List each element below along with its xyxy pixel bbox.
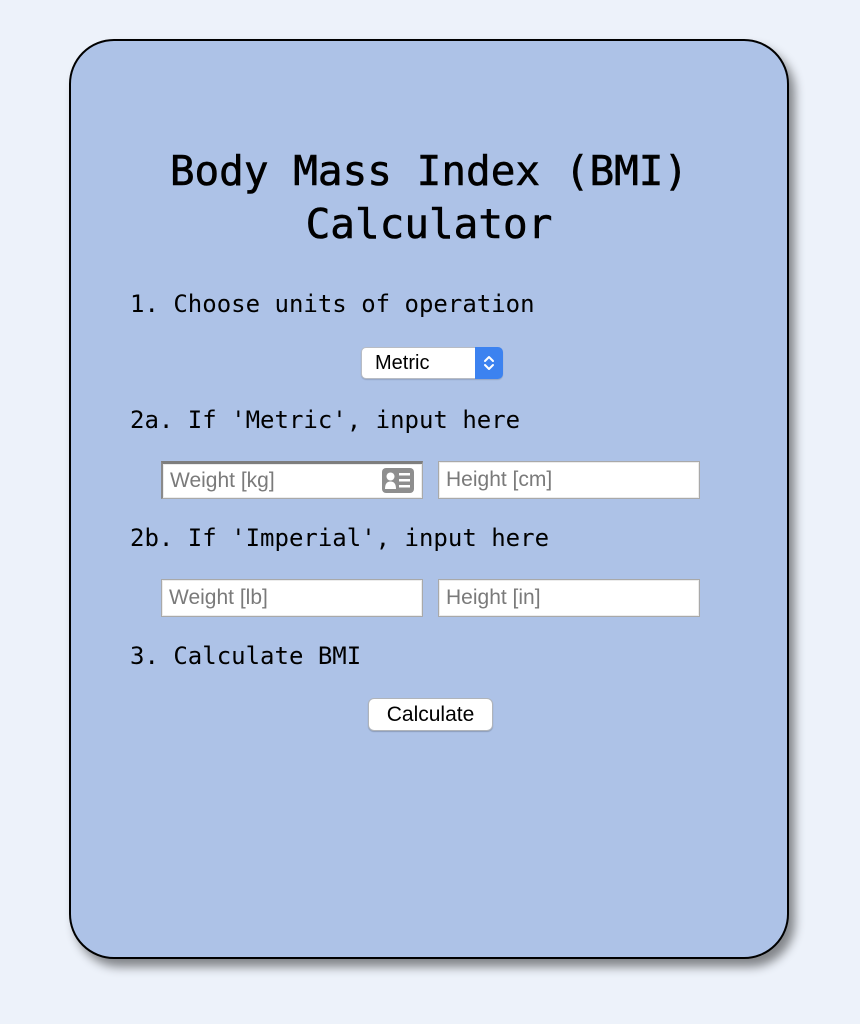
weight-lb-input[interactable] [161,579,423,617]
title-line-2: Calculator [305,200,553,249]
chevron-up-down-icon [475,347,503,379]
title-line-1: Body Mass Index (BMI) [169,147,689,196]
units-select-value: Metric [375,352,430,374]
calculate-button[interactable]: Calculate [368,698,493,731]
step-2a-label: 2a. If 'Metric', input here [130,406,521,434]
page-title: Body Mass Index (BMI) Calculator [71,145,787,251]
step-3-label: 3. Calculate BMI [130,642,362,670]
height-in-input[interactable] [438,579,700,617]
step-2b-label: 2b. If 'Imperial', input here [130,524,550,552]
units-select[interactable]: Metric [361,347,503,379]
bmi-calculator-card: Body Mass Index (BMI) Calculator 1. Choo… [69,39,789,959]
step-1-label: 1. Choose units of operation [130,290,535,318]
height-cm-input[interactable] [438,461,700,499]
contact-card-icon[interactable] [382,468,414,493]
